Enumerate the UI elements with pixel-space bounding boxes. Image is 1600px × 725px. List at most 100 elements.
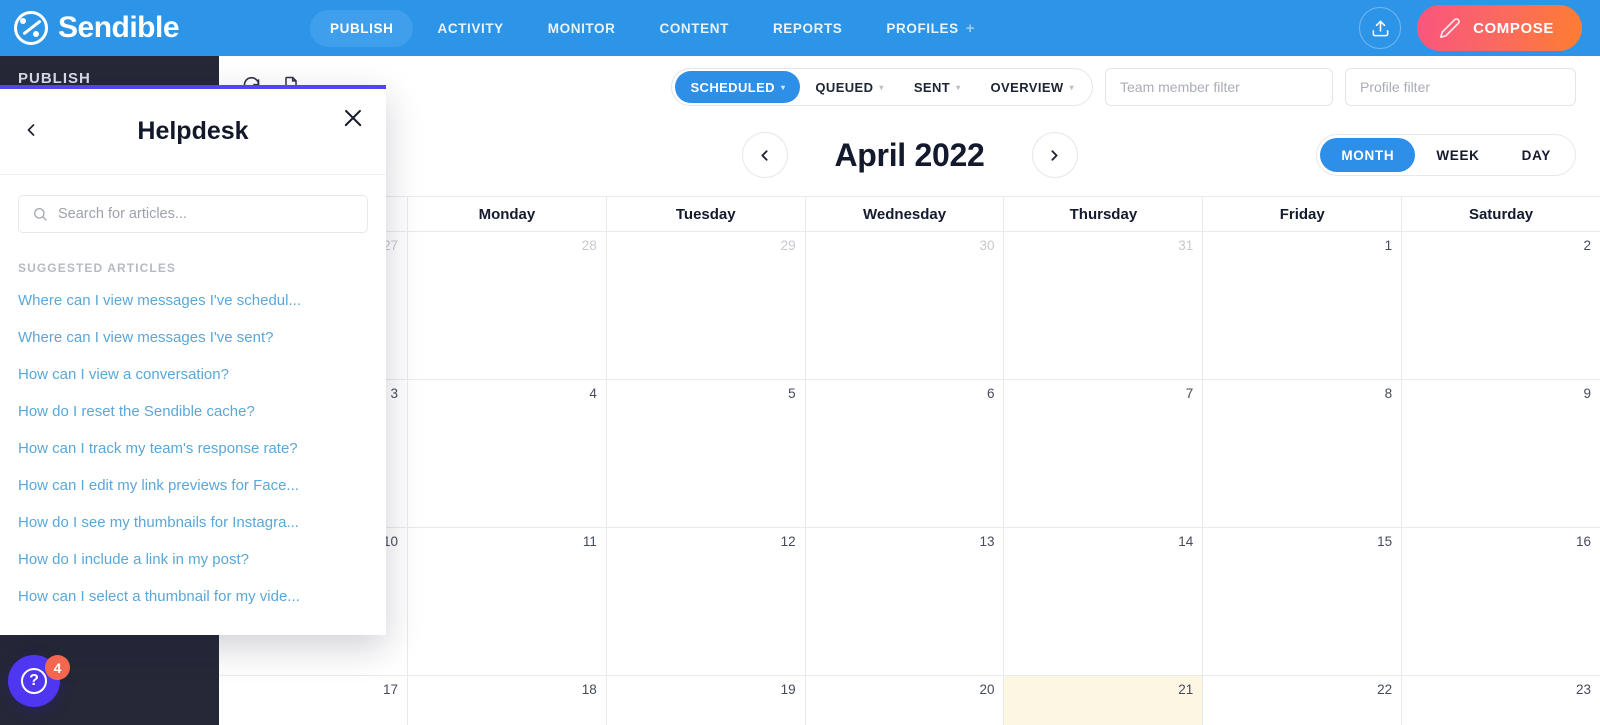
article-link[interactable]: Where can I view messages I've schedul..… <box>18 282 368 319</box>
day-number: 19 <box>780 682 796 697</box>
article-link[interactable]: How can I view a conversation? <box>18 356 368 393</box>
day-number: 14 <box>1178 534 1194 549</box>
calendar-day-cell[interactable]: 29 <box>606 232 806 379</box>
upload-button[interactable] <box>1359 7 1402 49</box>
day-number: 5 <box>788 386 796 401</box>
app-root: PUBLISH SCHEDULED ▾ QUEUED ▾ SENT ▾ OVER… <box>0 0 1600 725</box>
calendar-day-cell[interactable]: 16 <box>1402 528 1600 675</box>
article-link[interactable]: How can I edit my link previews for Face… <box>18 467 368 504</box>
nav-item-monitor[interactable]: MONITOR <box>528 10 636 47</box>
view-week[interactable]: WEEK <box>1415 138 1500 172</box>
page-title: April 2022 <box>834 136 985 173</box>
calendar-day-cell[interactable]: 6 <box>805 380 1005 527</box>
upload-icon <box>1372 20 1389 36</box>
day-number: 18 <box>581 682 597 697</box>
nav-item-content[interactable]: CONTENT <box>639 10 748 47</box>
calendar-day-cell[interactable]: 31 <box>1004 232 1204 379</box>
calendar-day-cell[interactable]: 9 <box>1402 380 1600 527</box>
article-link[interactable]: How can I select a thumbnail for my vide… <box>18 578 368 615</box>
dow-saturday: Saturday <box>1468 205 1534 223</box>
day-number: 20 <box>979 682 995 697</box>
calendar-day-cell[interactable]: 30 <box>805 232 1005 379</box>
status-tabs: SCHEDULED ▾ QUEUED ▾ SENT ▾ OVERVIEW ▾ <box>671 68 1093 106</box>
chevron-down-icon: ▾ <box>956 82 961 92</box>
article-link[interactable]: How do I see my thumbnails for Instagra.… <box>18 504 368 541</box>
calendar-day-cell[interactable]: 18 <box>408 676 607 725</box>
tab-scheduled[interactable]: SCHEDULED ▾ <box>675 71 801 103</box>
profile-filter-input[interactable]: Profile filter <box>1345 68 1576 106</box>
article-link[interactable]: Where can I view messages I've sent? <box>18 319 368 356</box>
chevron-down-icon: ▾ <box>879 82 884 92</box>
day-number: 4 <box>589 386 597 401</box>
day-number: 23 <box>1575 682 1591 697</box>
calendar-day-cell[interactable]: 4 <box>408 380 607 527</box>
dow-monday: Monday <box>408 197 607 231</box>
chevron-left-icon <box>27 123 35 136</box>
calendar-day-cell[interactable]: 11 <box>408 528 607 675</box>
day-number: 2 <box>1583 238 1591 253</box>
brand-logo[interactable]: Sendible <box>0 11 310 45</box>
calendar-toolbar: SCHEDULED ▾ QUEUED ▾ SENT ▾ OVERVIEW ▾ T… <box>219 56 1600 114</box>
team-member-filter-input[interactable]: Team member filter <box>1105 68 1333 106</box>
calendar-day-cell[interactable]: 21 <box>1004 676 1204 725</box>
calendar-day-cell[interactable]: 2 <box>1402 232 1600 379</box>
article-link[interactable]: How do I include a link in my post? <box>18 541 368 578</box>
article-link[interactable]: How can I track my team's response rate? <box>18 430 368 467</box>
chevron-down-icon: ▾ <box>1069 82 1074 92</box>
dow-wednesday: Wednesday <box>806 197 1005 231</box>
dow-thursday: Thursday <box>1004 197 1204 231</box>
day-number: 3 <box>390 386 398 401</box>
question-mark-icon: ? <box>21 668 47 694</box>
day-number: 11 <box>582 534 597 549</box>
nav-monitor-label: MONITOR <box>547 20 616 36</box>
day-number: 6 <box>986 386 995 401</box>
next-month-button[interactable] <box>1031 132 1078 178</box>
calendar-day-cell[interactable]: 5 <box>606 380 806 527</box>
day-number: 21 <box>1178 682 1194 697</box>
nav-item-profiles[interactable]: PROFILES + <box>866 9 995 48</box>
chevron-down-icon: ▾ <box>780 82 786 92</box>
compose-button[interactable]: COMPOSE <box>1417 5 1582 51</box>
back-button[interactable] <box>20 120 42 144</box>
calendar-week-row: 17 18 19 20 21 22 23 <box>219 676 1600 725</box>
view-month[interactable]: MONTH <box>1320 138 1416 172</box>
calendar-day-cell[interactable]: 17 <box>219 676 408 725</box>
calendar-day-cell[interactable]: 28 <box>408 232 607 379</box>
view-day[interactable]: DAY <box>1501 138 1572 172</box>
sendible-logo-icon <box>14 11 48 45</box>
tab-queued[interactable]: QUEUED ▾ <box>800 71 898 103</box>
suggested-articles-heading: SUGGESTED ARTICLES <box>18 261 177 275</box>
tab-sent[interactable]: SENT ▾ <box>899 71 976 103</box>
calendar-day-cell[interactable]: 20 <box>805 676 1005 725</box>
calendar-day-cell[interactable]: 22 <box>1203 676 1403 725</box>
top-navigation-bar: Sendible PUBLISH ACTIVITY MONITOR CONTEN… <box>0 0 1600 56</box>
article-link[interactable]: How do I reset the Sendible cache? <box>18 393 368 430</box>
search-input[interactable]: Search for articles... <box>18 195 368 233</box>
calendar-day-cell[interactable]: 23 <box>1402 676 1600 725</box>
helpdesk-panel: Helpdesk Search for articles... SUGGESTE… <box>0 85 386 635</box>
calendar-day-cell[interactable]: 19 <box>606 676 806 725</box>
day-number: 1 <box>1384 238 1393 253</box>
nav-item-publish[interactable]: PUBLISH <box>310 9 414 47</box>
prev-month-button[interactable] <box>741 132 788 178</box>
dow-friday: Friday <box>1203 197 1403 231</box>
tab-overview[interactable]: OVERVIEW ▾ <box>976 71 1089 103</box>
nav-item-activity[interactable]: ACTIVITY <box>417 10 523 47</box>
calendar-day-cell[interactable]: 1 <box>1203 232 1403 379</box>
unread-badge: 4 <box>45 655 70 680</box>
calendar-day-cell[interactable]: 15 <box>1203 528 1403 675</box>
plus-icon[interactable]: + <box>966 20 975 37</box>
dow-tuesday: Tuesday <box>607 197 806 231</box>
calendar-day-cell[interactable]: 8 <box>1203 380 1403 527</box>
calendar-day-cell[interactable]: 12 <box>606 528 806 675</box>
calendar-day-cell[interactable]: 13 <box>805 528 1005 675</box>
calendar-day-cell[interactable]: 7 <box>1004 380 1204 527</box>
day-of-week-header: Sunday Monday Tuesday Wednesday Thursday… <box>219 196 1600 232</box>
nav-right-actions: COMPOSE <box>1359 5 1600 51</box>
team-member-filter-placeholder: Team member filter <box>1120 79 1240 95</box>
calendar-day-cell[interactable]: 14 <box>1004 528 1204 675</box>
search-icon <box>34 208 47 221</box>
nav-item-reports[interactable]: REPORTS <box>753 10 862 47</box>
close-icon[interactable] <box>340 105 366 131</box>
sidebar-title: PUBLISH <box>18 70 91 87</box>
